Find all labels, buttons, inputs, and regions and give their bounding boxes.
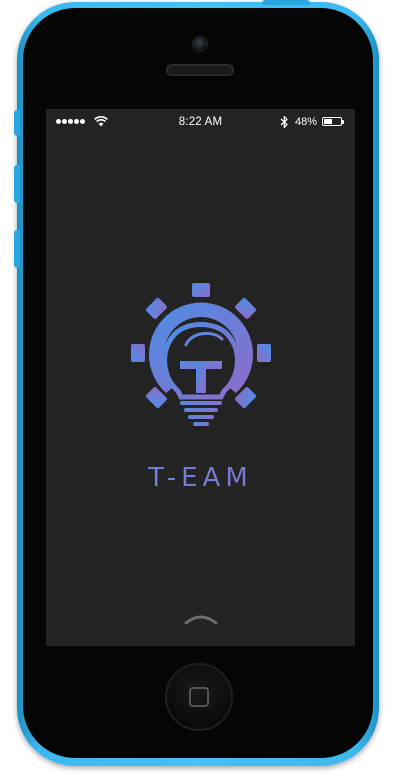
home-square-icon xyxy=(189,687,209,707)
power-button[interactable] xyxy=(262,0,310,5)
brand-name: T-EAM xyxy=(46,463,355,493)
screen[interactable]: 8:22 AM 48% T-EAM xyxy=(46,109,355,646)
battery-nub xyxy=(342,120,344,124)
home-button[interactable] xyxy=(165,663,233,731)
status-bar: 8:22 AM 48% xyxy=(46,109,355,135)
battery-fill xyxy=(324,119,332,124)
battery-percent: 48% xyxy=(295,116,318,128)
swipe-up-handle-icon[interactable] xyxy=(184,613,218,625)
volume-up-button[interactable] xyxy=(14,165,20,203)
device-stage: 8:22 AM 48% T-EAM xyxy=(0,0,400,775)
bluetooth-icon xyxy=(280,115,288,129)
battery-icon xyxy=(322,117,342,126)
team-logo xyxy=(131,283,271,426)
mute-switch[interactable] xyxy=(14,110,20,136)
earpiece-speaker xyxy=(166,64,234,76)
front-camera xyxy=(192,36,208,52)
volume-down-button[interactable] xyxy=(14,230,20,268)
